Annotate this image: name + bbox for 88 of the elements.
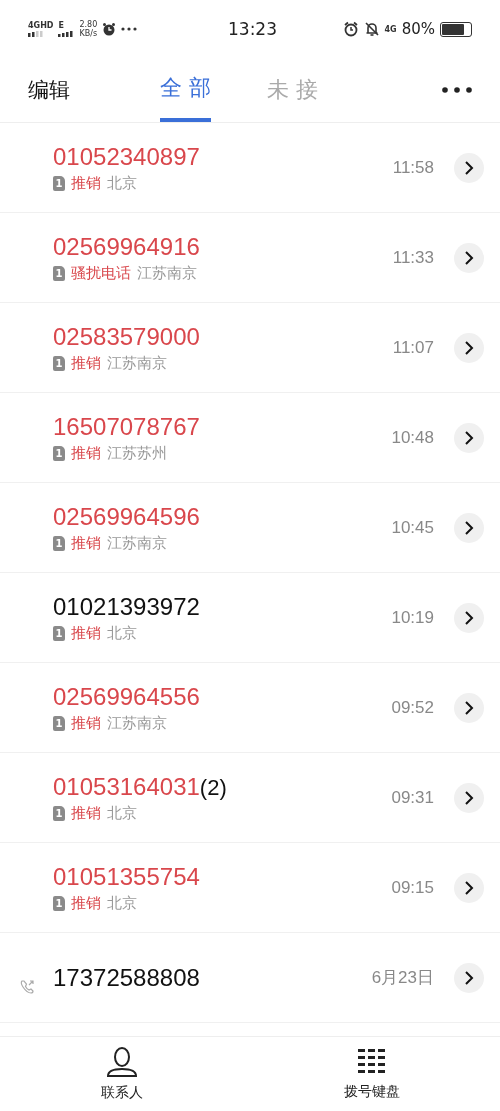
phone-number: 16507078767 [53,412,200,441]
call-location: 江苏南京 [107,353,167,373]
sim-icon: 1 [53,535,65,551]
details-button[interactable] [454,422,484,453]
call-time: 10:48 [391,427,434,448]
call-tag: 推销 [71,623,101,643]
phone-number: 01053164031 [53,772,200,801]
alarm-icon [342,21,359,37]
call-time: 10:19 [391,607,434,628]
phone-number: 02569964596 [53,502,200,531]
call-time: 11:07 [392,337,434,358]
call-tag: 推销 [71,533,101,553]
details-button[interactable] [454,692,484,723]
chevron-icon [464,609,474,626]
more-icon [121,27,138,31]
phone-number: 02583579000 [53,322,200,351]
call-location: 北京 [107,623,137,643]
sim-icon: 1 [53,715,65,731]
call-tag: 推销 [71,353,101,373]
call-tag: 推销 [71,803,101,823]
chevron-icon [464,519,474,536]
call-tag: 推销 [71,173,101,193]
signal-icon [58,31,75,37]
call-time: 11:58 [392,157,434,178]
call-time: 11:33 [392,247,434,268]
alarm-icon [102,22,117,36]
phone-number: 01051355754 [53,862,200,891]
more-icon[interactable] [442,87,472,93]
status-time: 13:23 [228,19,277,39]
details-button[interactable] [454,782,484,813]
call-time: 6月23日 [371,967,434,989]
nav-button[interactable]: 联系人 [70,1046,173,1102]
call-location: 北京 [107,803,137,823]
phone-number: 17372588808 [53,963,200,992]
nav-button[interactable]: 拨号键盘 [313,1047,430,1101]
details-button[interactable] [454,152,484,183]
call-location: 北京 [107,893,137,913]
network-label: 4G [384,24,397,34]
call-location: 江苏南京 [137,263,197,283]
chevron-icon [464,339,474,356]
person-icon [104,1046,139,1078]
phone-number: 02569964556 [53,682,200,711]
chevron-icon [464,969,474,986]
sim-icon: 1 [53,175,65,191]
sim-icon: 1 [53,895,65,911]
call-time: 09:52 [391,697,434,718]
filter-tab[interactable]: 全 部 [160,58,211,122]
call-location: 北京 [107,173,137,193]
chevron-icon [464,159,474,176]
sim-icon: 1 [53,355,65,371]
chevron-icon [464,789,474,806]
speed-value: 2.80 [79,20,98,29]
phone-number: 01021393972 [53,592,200,621]
call-location: 江苏苏州 [107,443,167,463]
call-location: 江苏南京 [107,713,167,733]
call-location: 江苏南京 [107,533,167,553]
sim-icon: 1 [53,445,65,461]
sim-icon: 1 [53,265,65,281]
battery-percent: 80% [401,20,435,38]
call-time: 10:45 [391,517,434,538]
sim-icon: 1 [53,625,65,641]
details-button[interactable] [454,872,484,903]
chevron-icon [464,699,474,716]
network-label: 4GHD [28,21,54,30]
call-time: 09:31 [391,787,434,808]
details-button[interactable] [454,242,484,273]
sim-icon: 1 [53,805,65,821]
call-tag: 骚扰电话 [71,263,131,283]
call-tag: 推销 [71,713,101,733]
details-button[interactable] [454,512,484,543]
chevron-icon [464,249,474,266]
details-button[interactable] [454,602,484,633]
network-label: E [58,21,65,30]
battery-icon [440,21,472,37]
call-tag: 推销 [71,443,101,463]
call-tag: 推销 [71,893,101,913]
edit-button[interactable]: 编辑 [28,76,70,104]
phone-number: 01052340897 [53,142,200,171]
call-count: (2) [199,774,227,801]
details-button[interactable] [454,962,484,993]
speed-unit: KB/s [79,29,98,38]
phone-number: 02569964916 [53,232,200,261]
chevron-icon [464,879,474,896]
chevron-icon [464,429,474,446]
call-time: 09:15 [391,877,434,898]
mute-bell-icon [363,21,380,37]
signal-icon [28,31,44,37]
details-button[interactable] [454,332,484,363]
